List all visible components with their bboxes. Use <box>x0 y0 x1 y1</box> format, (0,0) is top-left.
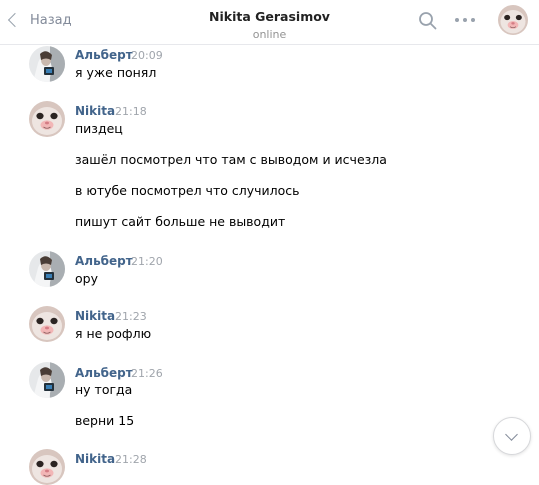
message-author[interactable]: Nikita <box>75 309 115 323</box>
more-dot <box>455 18 459 22</box>
message-author[interactable]: Альберт <box>75 254 133 268</box>
more-dot <box>471 18 475 22</box>
avatar[interactable] <box>29 46 65 82</box>
message-time[interactable]: 21:23 <box>115 310 147 323</box>
message-text: пиздец <box>75 121 123 136</box>
chat-header: Назад Nikita Gerasimov online <box>0 0 539 45</box>
avatar[interactable] <box>29 362 65 398</box>
more-dot <box>463 18 467 22</box>
message-author[interactable]: Nikita <box>75 104 115 118</box>
message-time[interactable]: 21:18 <box>115 105 147 118</box>
chat-title[interactable]: Nikita Gerasimov <box>209 9 330 24</box>
avatar[interactable] <box>29 251 65 287</box>
message-time[interactable]: 20:09 <box>131 49 163 62</box>
message-text: в ютубе посмотрел что случилось <box>75 183 300 198</box>
message-text: я не рофлю <box>75 326 152 341</box>
message-time[interactable]: 21:20 <box>131 255 163 268</box>
message-text: пишут сайт больше не выводит <box>75 214 286 229</box>
message-text: ну тогда <box>75 382 133 397</box>
avatar[interactable] <box>29 101 65 137</box>
message-author[interactable]: Альберт <box>75 366 133 380</box>
avatar[interactable] <box>29 449 65 485</box>
avatar[interactable] <box>29 306 65 342</box>
more-icon[interactable] <box>455 18 475 24</box>
scroll-to-bottom-button[interactable] <box>493 417 531 455</box>
message-text: зашёл посмотрел что там с выводом и исче… <box>75 152 387 167</box>
message-text: верни 15 <box>75 413 135 428</box>
header-avatar[interactable] <box>498 5 528 35</box>
message-text: ору <box>75 271 98 286</box>
message-text: я уже понял <box>75 65 157 80</box>
message-author[interactable]: Nikita <box>75 452 115 466</box>
message-time[interactable]: 21:26 <box>131 367 163 380</box>
message-author[interactable]: Альберт <box>75 48 133 62</box>
message-time[interactable]: 21:28 <box>115 453 147 466</box>
chevron-down-icon <box>505 428 518 441</box>
online-status: online <box>252 28 287 41</box>
search-icon[interactable] <box>418 11 438 31</box>
